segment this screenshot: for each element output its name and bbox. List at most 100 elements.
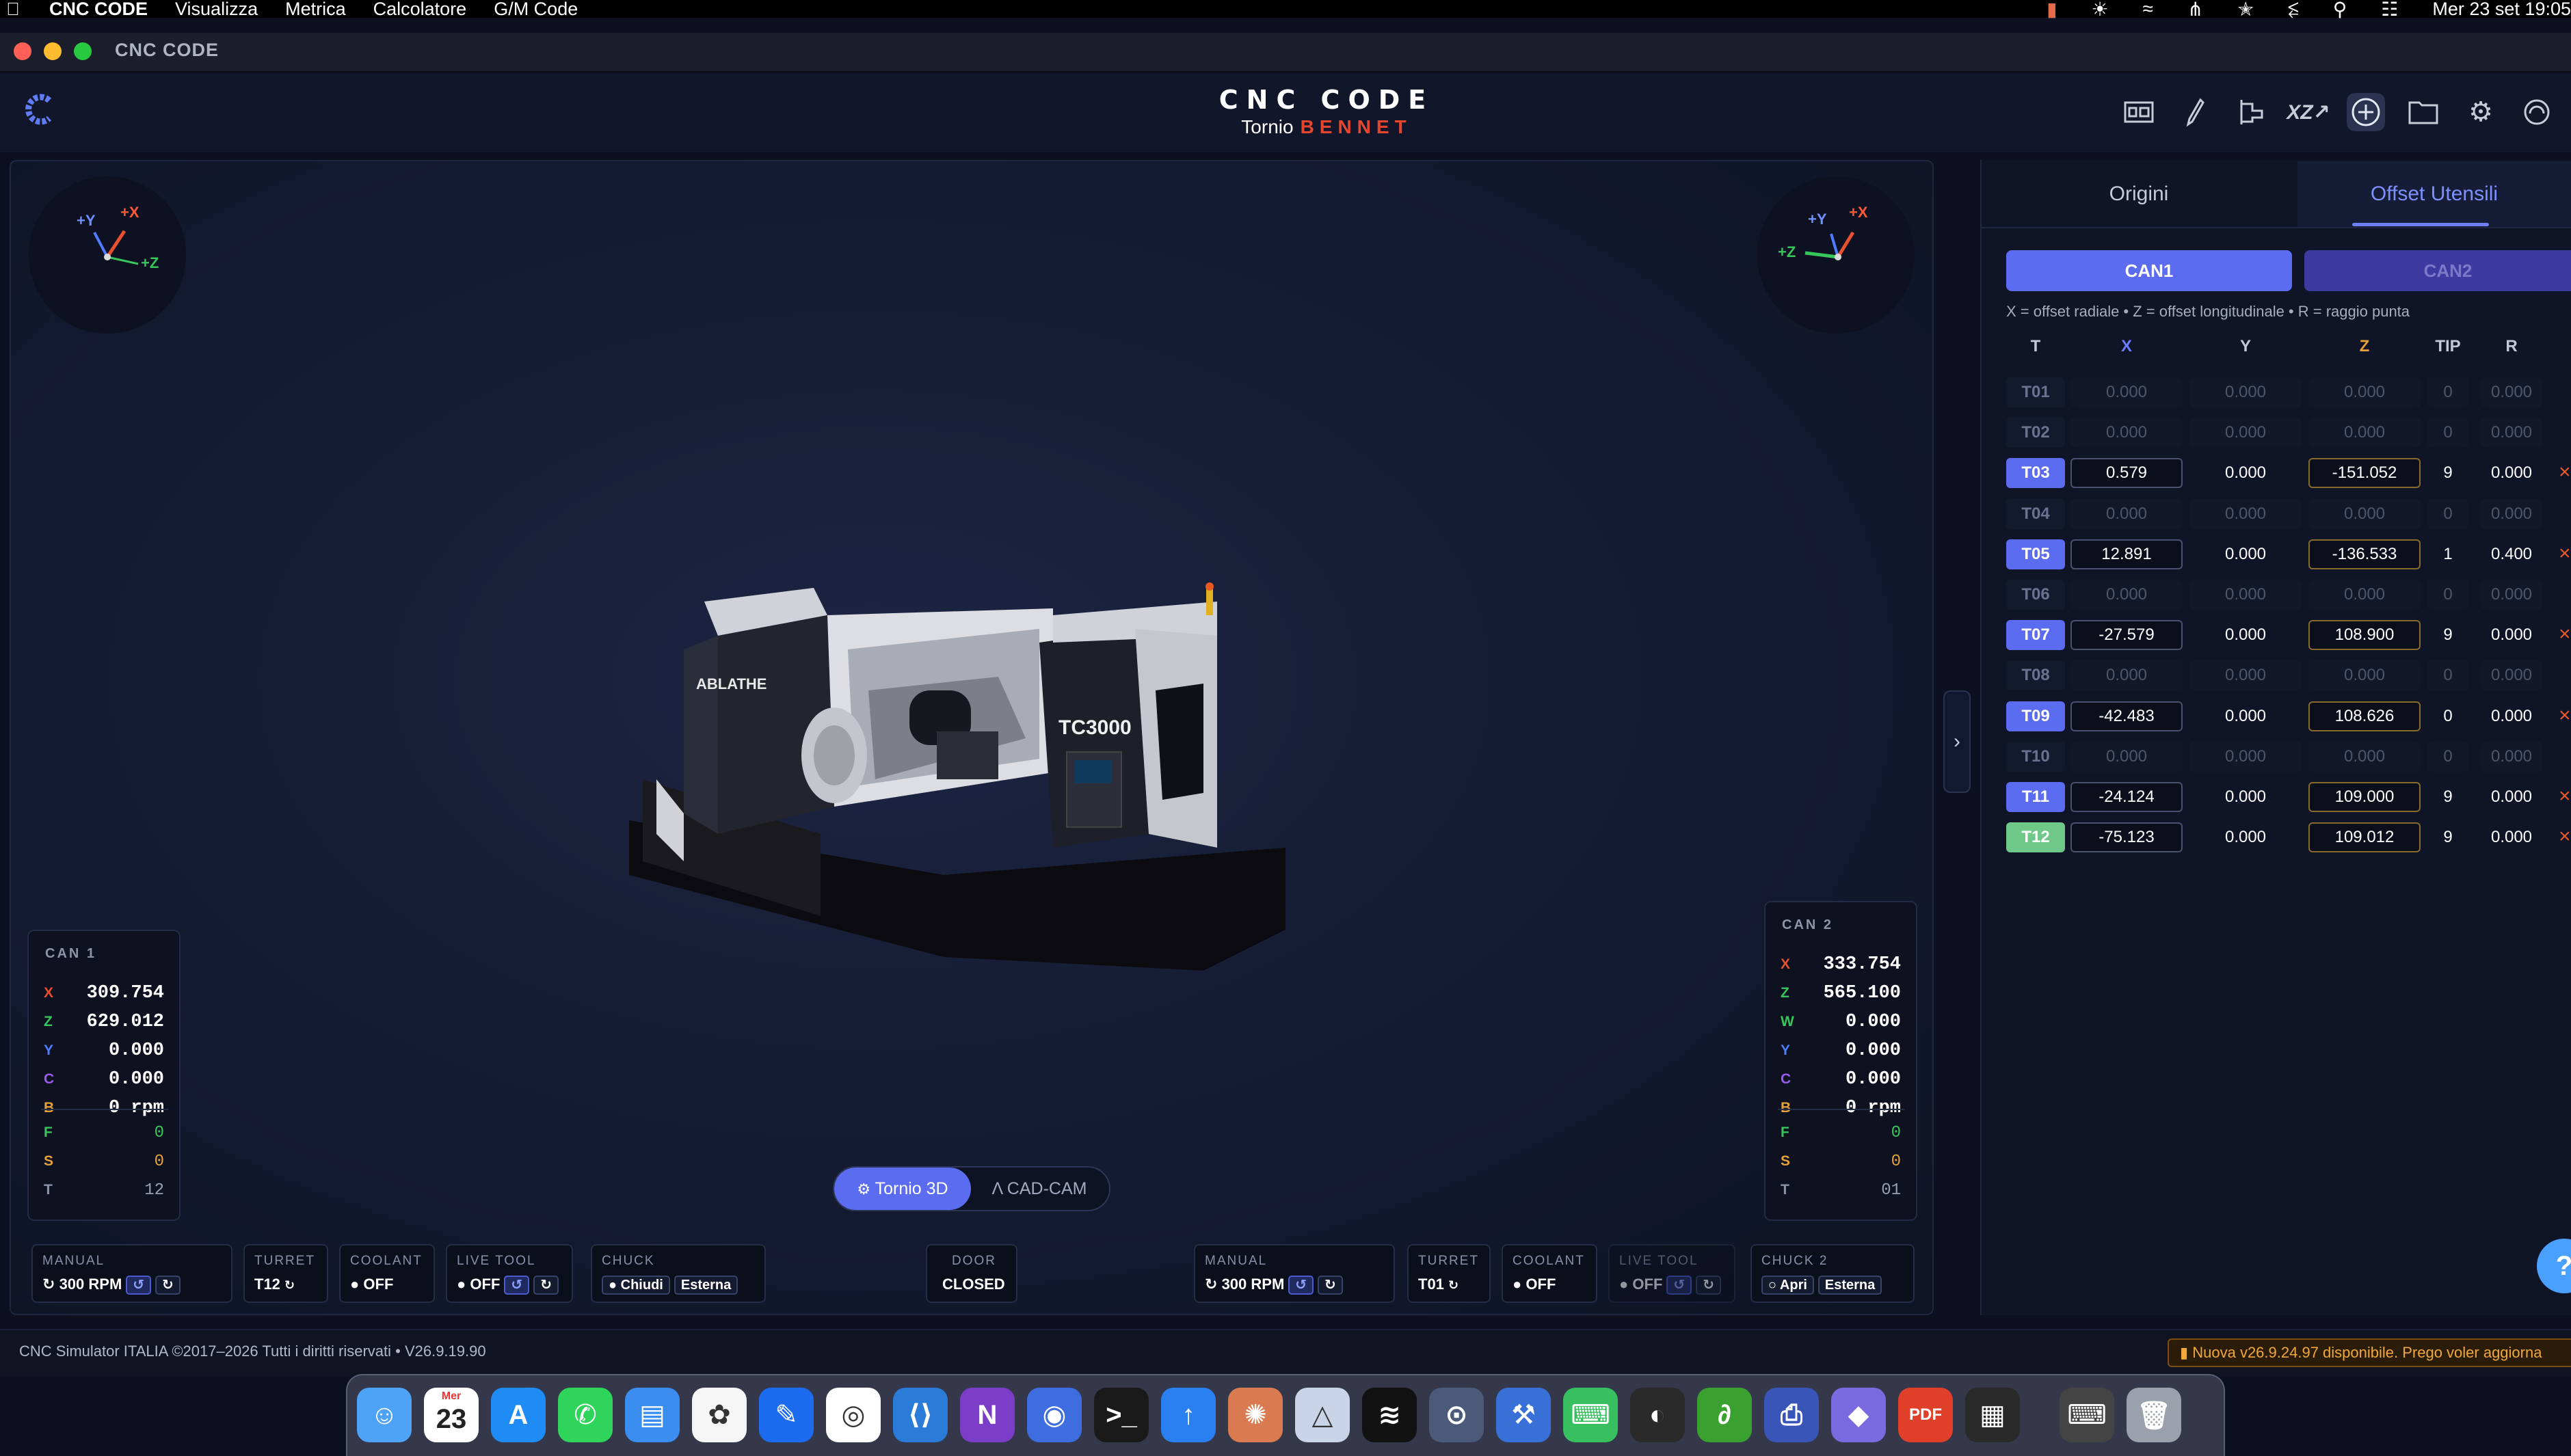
clear-offset-icon[interactable]: × xyxy=(2559,825,2571,848)
add-icon[interactable] xyxy=(2347,93,2385,131)
offset-y-field[interactable]: 0.000 xyxy=(2189,620,2302,650)
tool-id-badge[interactable]: T09 xyxy=(2006,701,2065,731)
printer-icon[interactable]: ⎙ xyxy=(1764,1388,1819,1442)
offset-x-field[interactable]: 0.579 xyxy=(2070,458,2183,488)
offset-tip-field[interactable]: 9 xyxy=(2427,458,2468,488)
axis-gizmo-left[interactable]: +Y +X +Z xyxy=(29,176,186,334)
offset-z-field[interactable]: -136.533 xyxy=(2308,539,2421,569)
workholding-icon[interactable] xyxy=(2233,93,2272,131)
offset-x-field[interactable]: 0.000 xyxy=(2070,580,2183,610)
offset-x-field[interactable]: 0.000 xyxy=(2070,742,2183,772)
app-store-icon[interactable]: A xyxy=(491,1388,546,1442)
chuck-external-button-1[interactable]: Esterna xyxy=(674,1276,738,1295)
offset-tip-field[interactable]: 0 xyxy=(2427,499,2468,529)
wifi-icon[interactable]: ⥶ xyxy=(2288,0,2299,21)
minimize-window-button[interactable] xyxy=(44,42,62,60)
zoom-window-button[interactable] xyxy=(74,42,92,60)
bluetooth-icon[interactable]: ✭ xyxy=(2237,0,2253,21)
terminal-icon[interactable]: >_ xyxy=(1094,1388,1149,1442)
whatsapp-icon[interactable]: ✆ xyxy=(558,1388,613,1442)
control-center-icon[interactable]: ☷ xyxy=(2381,0,2398,21)
offset-r-field[interactable]: 0.000 xyxy=(2481,499,2542,529)
spotify-icon[interactable]: ≋ xyxy=(1362,1388,1417,1442)
rotate-cw-button-2[interactable]: ↻ xyxy=(1318,1276,1343,1295)
offset-y-field[interactable]: 0.000 xyxy=(2189,660,2302,690)
transfer-icon[interactable]: ↑ xyxy=(1161,1388,1216,1442)
offset-r-field[interactable]: 0.000 xyxy=(2481,580,2542,610)
tool-id-badge[interactable]: T03 xyxy=(2006,458,2065,488)
offset-x-field[interactable]: 0.000 xyxy=(2070,377,2183,407)
tool-id-badge[interactable]: T10 xyxy=(2006,742,2065,772)
rotate-ccw-button-1[interactable]: ↺ xyxy=(126,1276,152,1295)
offset-z-field[interactable]: 109.012 xyxy=(2308,822,2421,852)
offset-tip-field[interactable]: 9 xyxy=(2427,782,2468,812)
offset-x-field[interactable]: 0.000 xyxy=(2070,499,2183,529)
chrome-icon[interactable]: ◎ xyxy=(826,1388,881,1442)
offset-x-field[interactable]: -42.483 xyxy=(2070,701,2183,731)
offset-x-field[interactable]: -75.123 xyxy=(2070,822,2183,852)
offset-z-field[interactable]: 0.000 xyxy=(2308,742,2421,772)
vscode-icon[interactable]: ⟨⟩ xyxy=(893,1388,948,1442)
update-notice[interactable]: ▮ Nuova v26.9.24.97 disponibile. Prego v… xyxy=(2168,1338,2571,1367)
can2-button[interactable]: CAN2 xyxy=(2304,250,2571,291)
chuck-close-button[interactable]: ● Chiudi xyxy=(602,1276,670,1295)
offset-y-field[interactable]: 0.000 xyxy=(2189,580,2302,610)
clear-offset-icon[interactable]: × xyxy=(2559,623,2571,646)
offset-tip-field[interactable]: 0 xyxy=(2427,742,2468,772)
apple-icon[interactable]:  xyxy=(4,0,22,20)
tool-id-badge[interactable]: T04 xyxy=(2006,499,2065,529)
offset-tip-field[interactable]: 0 xyxy=(2427,660,2468,690)
offset-y-field[interactable]: 0.000 xyxy=(2189,822,2302,852)
machine-icon[interactable] xyxy=(2120,93,2158,131)
help-icon[interactable] xyxy=(2518,93,2556,131)
offset-z-field[interactable]: 0.000 xyxy=(2308,580,2421,610)
offset-x-field[interactable]: 12.891 xyxy=(2070,539,2183,569)
davinci-icon[interactable]: ◐ xyxy=(1630,1388,1685,1442)
menu-metrica[interactable]: Metrica xyxy=(285,0,346,20)
chevron-right-icon[interactable]: › xyxy=(1943,690,1971,793)
calendar-icon[interactable]: Mer 23 xyxy=(424,1388,479,1442)
rotate-ccw-button-2[interactable]: ↺ xyxy=(1288,1276,1314,1295)
firefox-icon[interactable]: ◉ xyxy=(1027,1388,1082,1442)
notion-icon[interactable]: ◆ xyxy=(1831,1388,1886,1442)
xz-axis-icon[interactable]: XZ↗ xyxy=(2287,93,2330,131)
can1-button[interactable]: CAN1 xyxy=(2006,250,2292,291)
offset-y-field[interactable]: 0.000 xyxy=(2189,539,2302,569)
menu-gm-code[interactable]: G/M Code xyxy=(494,0,578,20)
offset-z-field[interactable]: 0.000 xyxy=(2308,377,2421,407)
offset-r-field[interactable]: 0.000 xyxy=(2481,742,2542,772)
tool-id-badge[interactable]: T01 xyxy=(2006,377,2065,407)
offset-y-field[interactable]: 0.000 xyxy=(2189,782,2302,812)
livetool-ccw-button-2[interactable]: ↺ xyxy=(1666,1276,1692,1295)
photos-icon[interactable]: ✿ xyxy=(692,1388,747,1442)
clear-offset-icon[interactable]: × xyxy=(2559,461,2571,484)
offset-tip-field[interactable]: 0 xyxy=(2427,418,2468,448)
rotate-cw-button-1[interactable]: ↻ xyxy=(155,1276,181,1295)
keyboard-icon[interactable]: ⌨ xyxy=(2060,1388,2114,1442)
gamepad-icon[interactable]: ⌨ xyxy=(1563,1388,1618,1442)
offset-y-field[interactable]: 0.000 xyxy=(2189,458,2302,488)
offset-r-field[interactable]: 0.000 xyxy=(2481,620,2542,650)
installer-icon[interactable]: ⊙ xyxy=(1429,1388,1484,1442)
offset-r-field[interactable]: 0.000 xyxy=(2481,701,2542,731)
offset-z-field[interactable]: 0.000 xyxy=(2308,660,2421,690)
tool-id-badge[interactable]: T02 xyxy=(2006,418,2065,448)
hammer-icon[interactable]: ⚒ xyxy=(1496,1388,1551,1442)
offset-x-field[interactable]: -24.124 xyxy=(2070,782,2183,812)
door-status[interactable]: DOOR CLOSED xyxy=(926,1244,1017,1303)
menu-calcolatore[interactable]: Calcolatore xyxy=(373,0,467,20)
trash-icon[interactable]: 🗑 xyxy=(2127,1388,2181,1442)
offset-y-field[interactable]: 0.000 xyxy=(2189,418,2302,448)
candles-icon[interactable]: ⋔ xyxy=(2187,0,2203,21)
offset-tip-field[interactable]: 0 xyxy=(2427,580,2468,610)
affinity-icon[interactable]: △ xyxy=(1295,1388,1350,1442)
offset-tip-field[interactable]: 0 xyxy=(2427,377,2468,407)
flag-icon[interactable]: ▮ xyxy=(2047,0,2057,21)
offset-r-field[interactable]: 0.400 xyxy=(2481,539,2542,569)
tool-id-badge[interactable]: T06 xyxy=(2006,580,2065,610)
turret-control-1[interactable]: TURRET T12 ↻ xyxy=(243,1244,328,1303)
offset-r-field[interactable]: 0.000 xyxy=(2481,782,2542,812)
offset-tip-field[interactable]: 9 xyxy=(2427,822,2468,852)
offset-z-field[interactable]: -151.052 xyxy=(2308,458,2421,488)
offset-tip-field[interactable]: 9 xyxy=(2427,620,2468,650)
